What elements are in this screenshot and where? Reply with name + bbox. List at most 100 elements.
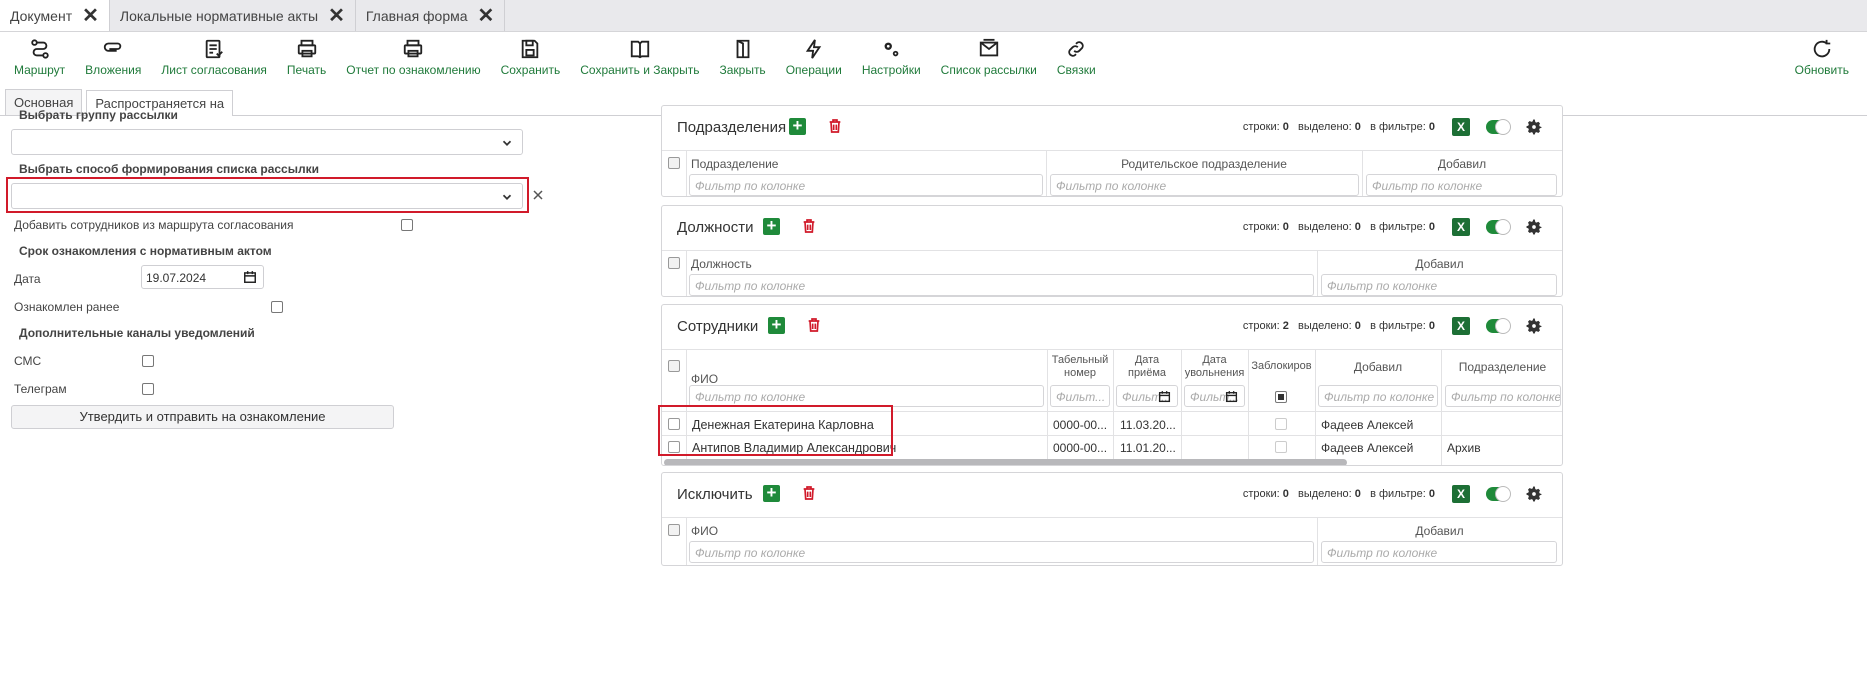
add-button[interactable]: + — [763, 217, 780, 235]
trash-icon[interactable] — [801, 217, 817, 235]
close-icon[interactable]: ✕ — [82, 6, 99, 26]
cell-added: Фадеев Алексей — [1321, 418, 1414, 432]
excel-icon[interactable]: X — [1452, 218, 1470, 236]
filter-input[interactable]: Фильтр по колонке — [1318, 385, 1438, 407]
close-icon[interactable]: ✕ — [478, 6, 495, 26]
rows-count: 0 — [1282, 121, 1289, 133]
selected-label: выделено: — [1298, 320, 1352, 332]
stats: строки: 0 выделено: 0 в фильтре: 0 — [1243, 121, 1435, 133]
filter-input[interactable]: Фильтр по колонке — [689, 174, 1043, 196]
filter-input[interactable]: Фильтр по колонке — [689, 385, 1044, 407]
toggle-switch[interactable] — [1486, 119, 1511, 135]
filter-input[interactable]: Фильтр по колонке — [689, 274, 1314, 296]
excel-icon[interactable]: X — [1452, 485, 1470, 503]
tab-document[interactable]: Документ ✕ — [0, 0, 110, 31]
filter-input[interactable]: Фильтр по колонке — [1321, 274, 1557, 296]
select-all-checkbox[interactable] — [668, 157, 680, 169]
channels-header: Дополнительные каналы уведомлений — [19, 326, 255, 340]
close-icon[interactable]: ✕ — [328, 6, 345, 26]
filter-input[interactable]: Фильтр по колонке — [1321, 541, 1557, 563]
deadline-header: Срок ознакомления с нормативным актом — [19, 244, 272, 258]
settings-button[interactable]: Настройки — [862, 38, 921, 77]
toggle-switch[interactable] — [1486, 219, 1511, 235]
trash-icon[interactable] — [801, 484, 817, 502]
telegram-checkbox[interactable] — [142, 383, 154, 395]
save-close-button[interactable]: Сохранить и Закрыть — [580, 38, 699, 77]
close-button[interactable]: Закрыть — [719, 38, 766, 77]
links-button[interactable]: Связки — [1057, 38, 1096, 77]
column-header[interactable]: Добавил — [1362, 157, 1562, 171]
excel-icon[interactable]: X — [1452, 118, 1470, 136]
cell-added: Фадеев Алексей — [1321, 441, 1414, 455]
filter-input[interactable]: Фильтр по колонке — [1445, 385, 1561, 407]
header-line: приёма — [1127, 367, 1167, 379]
column-header[interactable]: Добавил — [1317, 524, 1562, 538]
filter-input[interactable]: Фильт... — [1050, 385, 1110, 407]
filter-input[interactable]: Фильтр по колонке — [1366, 174, 1557, 196]
trash-icon[interactable] — [806, 316, 822, 334]
horizontal-scrollbar[interactable] — [664, 459, 1347, 465]
column-header[interactable]: Подразделение — [1441, 360, 1562, 374]
method-label: Выбрать способ формирования списка рассы… — [19, 162, 319, 176]
print-button[interactable]: Печать — [287, 38, 326, 77]
header-line: увольнения — [1184, 367, 1245, 379]
group-select[interactable] — [11, 129, 523, 155]
column-header[interactable]: Добавил — [1317, 257, 1562, 271]
calendar-icon[interactable] — [1158, 390, 1171, 403]
header-line: Табельный — [1051, 354, 1109, 366]
add-button[interactable]: + — [789, 117, 806, 135]
mailing-list-button[interactable]: Список рассылки — [941, 38, 1037, 77]
route-button[interactable]: Маршрут — [14, 38, 65, 77]
column-header[interactable]: Дата увольнения — [1181, 354, 1248, 380]
filter-input[interactable]: Фильтр по колонке — [1050, 174, 1359, 196]
calendar-icon[interactable] — [243, 270, 257, 284]
confirm-send-button[interactable]: Утвердить и отправить на ознакомление — [11, 405, 394, 429]
gear-icon[interactable] — [1524, 484, 1544, 504]
tab-local-acts[interactable]: Локальные нормативные акты ✕ — [110, 0, 356, 31]
column-header[interactable]: Дата приёма — [1113, 354, 1181, 380]
column-header[interactable]: Заблокиров — [1248, 360, 1315, 372]
save-button[interactable]: Сохранить — [501, 38, 560, 77]
chevron-down-icon — [502, 194, 512, 200]
printer-icon — [297, 39, 316, 58]
calendar-icon[interactable] — [1225, 390, 1238, 403]
add-from-route-checkbox[interactable] — [401, 219, 413, 231]
column-header[interactable]: Добавил — [1315, 360, 1441, 374]
gear-icon[interactable] — [1524, 117, 1544, 137]
exclude-grid: ФИО Добавил Фильтр по колонке Фильтр по … — [662, 517, 1562, 565]
filter-input[interactable]: Фильтр по колонке — [689, 541, 1314, 563]
tab-main-form[interactable]: Главная форма ✕ — [356, 0, 506, 31]
refresh-button[interactable]: Обновить — [1795, 38, 1849, 77]
column-header[interactable]: Родительское подразделение — [1046, 157, 1362, 171]
add-button[interactable]: + — [763, 484, 780, 502]
clear-icon[interactable] — [532, 189, 544, 201]
select-all-checkbox[interactable] — [668, 257, 680, 269]
toggle-switch[interactable] — [1486, 486, 1511, 502]
close-label: Закрыть — [719, 63, 766, 77]
operations-button[interactable]: Операции — [786, 38, 842, 77]
blocked-filter-checkbox[interactable] — [1275, 391, 1287, 403]
sms-checkbox[interactable] — [142, 355, 154, 367]
add-button[interactable]: + — [768, 316, 785, 334]
column-header[interactable]: ФИО — [691, 524, 718, 538]
gear-icon[interactable] — [1524, 316, 1544, 336]
highlight-box — [658, 405, 893, 456]
acquainted-checkbox[interactable] — [271, 301, 283, 313]
approval-sheet-button[interactable]: Лист согласования — [161, 38, 267, 77]
gear-icon[interactable] — [1524, 217, 1544, 237]
column-header[interactable]: Должность — [691, 257, 752, 271]
excel-icon[interactable]: X — [1452, 317, 1470, 335]
attachments-button[interactable]: Вложения — [85, 38, 141, 77]
column-header[interactable]: Подразделение — [691, 157, 778, 171]
select-all-checkbox[interactable] — [668, 524, 680, 536]
select-all-checkbox[interactable] — [668, 360, 680, 372]
toggle-switch[interactable] — [1486, 318, 1511, 334]
trash-icon[interactable] — [827, 117, 843, 135]
date-field[interactable]: 19.07.2024 — [141, 265, 264, 289]
selected-label: выделено: — [1298, 121, 1352, 133]
column-header[interactable]: Табельный номер — [1047, 354, 1113, 380]
method-select[interactable] — [11, 183, 523, 209]
link-icon — [1068, 41, 1084, 57]
acquaintance-report-button[interactable]: Отчет по ознакомлению — [346, 38, 481, 77]
column-header[interactable]: ФИО — [691, 372, 718, 386]
